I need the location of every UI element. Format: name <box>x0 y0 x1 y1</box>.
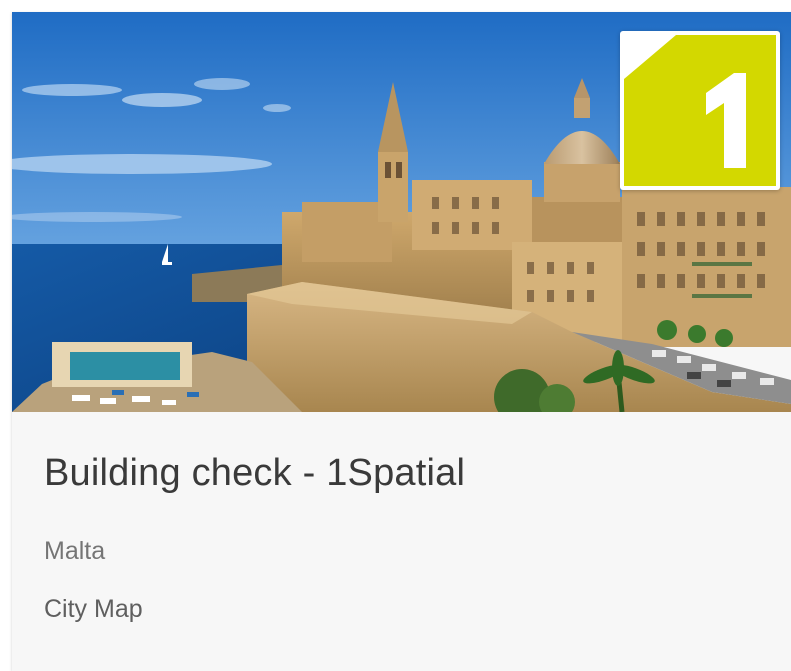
map-card[interactable]: 1 Building check - 1Spatial Malta City M… <box>12 12 791 671</box>
logo-1-icon <box>624 35 776 186</box>
card-title[interactable]: Building check - 1Spatial <box>44 452 465 495</box>
1spatial-logo: 1 <box>620 31 780 190</box>
card-location: Malta <box>44 537 106 565</box>
card-category: City Map <box>44 595 143 623</box>
